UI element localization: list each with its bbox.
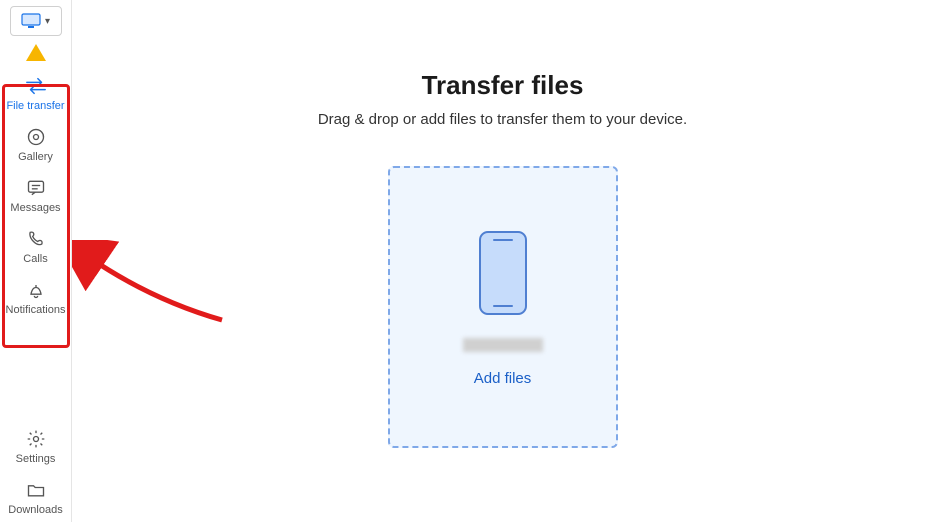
device-dropdown[interactable]: ▾ xyxy=(10,6,62,36)
messages-icon xyxy=(26,177,46,199)
sidebar: ▾ File transfer xyxy=(0,0,72,522)
sidebar-item-messages[interactable]: Messages xyxy=(3,169,69,220)
sidebar-item-downloads[interactable]: Downloads xyxy=(3,471,69,522)
notifications-icon xyxy=(26,279,46,301)
sidebar-item-settings[interactable]: Settings xyxy=(3,420,69,471)
sidebar-item-file-transfer[interactable]: File transfer xyxy=(3,67,69,118)
file-dropzone[interactable]: Add files xyxy=(388,166,618,448)
nav-group-main: File transfer Gallery xyxy=(3,67,69,322)
transfer-icon xyxy=(25,75,47,97)
settings-icon xyxy=(26,428,46,450)
sidebar-item-gallery[interactable]: Gallery xyxy=(3,118,69,169)
phone-icon xyxy=(476,228,530,318)
gallery-icon xyxy=(26,126,46,148)
main-pane: Transfer files Drag & drop or add files … xyxy=(72,0,933,522)
sidebar-item-notifications[interactable]: Notifications xyxy=(3,271,69,322)
device-name-redacted xyxy=(463,338,543,352)
sidebar-item-label: Downloads xyxy=(8,505,62,516)
sidebar-item-calls[interactable]: Calls xyxy=(3,220,69,271)
page-subtitle: Drag & drop or add files to transfer the… xyxy=(318,111,687,128)
sidebar-item-label: Messages xyxy=(10,203,60,214)
sidebar-item-label: Calls xyxy=(23,254,47,265)
sidebar-item-label: Settings xyxy=(16,454,56,465)
sidebar-item-label: Notifications xyxy=(6,305,66,316)
sidebar-item-label: Gallery xyxy=(18,152,53,163)
monitor-icon xyxy=(21,13,41,29)
nav-group-footer: Settings Downloads xyxy=(3,420,69,522)
add-files-button[interactable]: Add files xyxy=(474,370,532,387)
calls-icon xyxy=(26,228,46,250)
page-title: Transfer files xyxy=(422,70,584,101)
warning-icon[interactable] xyxy=(26,44,46,61)
chevron-down-icon: ▾ xyxy=(45,16,50,27)
downloads-icon xyxy=(26,479,46,501)
sidebar-item-label: File transfer xyxy=(6,101,64,112)
